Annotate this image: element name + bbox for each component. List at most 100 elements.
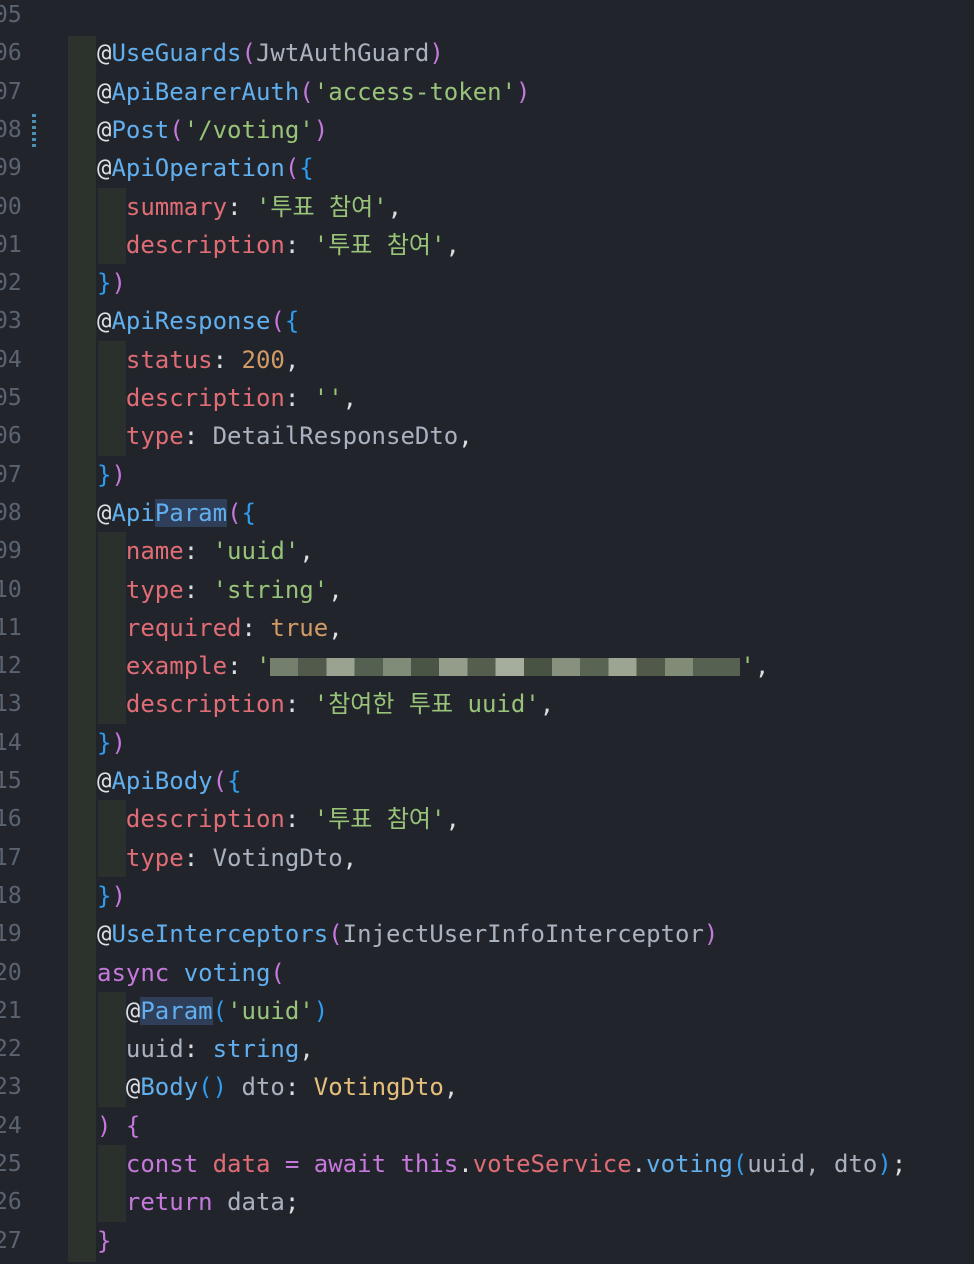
line-number: 09 (0, 155, 22, 182)
code-token: . (458, 1150, 473, 1178)
code-line[interactable]: type: 'string', (97, 571, 343, 609)
code-token: , (458, 422, 473, 451)
code-line[interactable]: @ApiParam({ (97, 494, 256, 532)
code-line[interactable]: @Body() dto: VotingDto, (97, 1068, 458, 1106)
line-number: 16 (0, 806, 22, 833)
code-token: 'access-token' (313, 77, 517, 106)
code-line[interactable]: uuid: string, (97, 1030, 314, 1068)
indent-guide (68, 36, 96, 1262)
code-token: JwtAuthGuard (255, 39, 430, 68)
code-token: Param (154, 498, 228, 527)
code-line[interactable]: } (97, 1222, 111, 1260)
code-token: = (284, 1150, 314, 1178)
code-token: ) (111, 881, 126, 910)
code-token: uuid (97, 1035, 184, 1064)
code-token: : (227, 192, 256, 221)
code-token: { (284, 307, 300, 336)
line-number: 12 (0, 653, 22, 680)
code-token: : (183, 575, 213, 604)
code-line[interactable]: @Param('uuid') (97, 992, 328, 1030)
code-line[interactable]: @UseGuards(JwtAuthGuard) (97, 34, 444, 72)
code-token: type (125, 422, 184, 451)
code-token: ) (516, 77, 531, 106)
code-line[interactable]: summary: '투표 참여', (97, 188, 402, 226)
code-line[interactable]: @ApiBearerAuth('access-token') (97, 73, 531, 111)
code-token: description (125, 690, 285, 719)
code-token: @ (125, 996, 141, 1025)
code-line[interactable]: ) { (97, 1107, 140, 1145)
code-token: data (212, 1150, 271, 1178)
code-token: ApiBody (111, 767, 213, 795)
code-token: type (125, 575, 184, 604)
code-token: ( (270, 958, 285, 987)
code-token: } (97, 728, 112, 757)
code-line[interactable]: @UseInterceptors(InjectUserInfoIntercept… (97, 915, 718, 953)
code-token: , (342, 843, 358, 872)
code-token: voteService (472, 1150, 632, 1178)
code-line[interactable]: }) (97, 877, 126, 915)
code-token: this (400, 1150, 459, 1178)
code-token: @ (97, 920, 112, 949)
code-token: , (328, 575, 343, 604)
code-token: example (125, 652, 228, 681)
code-token: : (284, 805, 314, 834)
code-token: @ (97, 115, 112, 144)
code-line[interactable]: type: VotingDto, (97, 839, 357, 877)
code-token: { (299, 154, 314, 183)
code-token: , (445, 805, 460, 834)
code-line[interactable]: }) (97, 724, 126, 762)
code-line[interactable]: }) (97, 264, 126, 302)
code-line[interactable]: const data = await this.voteService.voti… (97, 1145, 906, 1183)
code-line[interactable]: @ApiBody({ (97, 762, 242, 800)
code-line[interactable]: example: ' ', (97, 647, 769, 685)
code-line[interactable]: @ApiResponse({ (97, 302, 299, 340)
code-line[interactable]: @Post('/voting') (97, 111, 328, 149)
code-token: ; (891, 1150, 907, 1178)
code-line[interactable]: description: '', (97, 379, 357, 417)
code-token: VotingDto (212, 843, 343, 872)
code-token: dto (227, 1073, 285, 1102)
code-token: '/voting' (183, 115, 314, 144)
code-token: ) (111, 269, 126, 298)
code-line[interactable]: }) (97, 456, 126, 494)
code-line[interactable]: return data; (97, 1183, 299, 1221)
code-line[interactable]: @ApiOperation({ (97, 149, 314, 187)
code-line[interactable]: description: '투표 참여', (97, 226, 460, 264)
code-token: @ (97, 767, 112, 795)
code-token: ( (732, 1150, 748, 1178)
code-token: ) (877, 1150, 892, 1178)
code-line[interactable]: type: DetailResponseDto, (97, 417, 473, 455)
code-token: : (183, 537, 213, 566)
code-token: Body (140, 1073, 199, 1102)
code-token: '참여한 투표 uuid' (313, 690, 540, 719)
code-token: , (443, 1073, 459, 1102)
code-token: '투표 참여' (255, 192, 388, 221)
code-line[interactable]: required: true, (97, 609, 343, 647)
code-line[interactable]: async voting( (97, 954, 285, 992)
code-line[interactable]: description: '투표 참여', (97, 800, 460, 838)
code-token: ) (313, 996, 329, 1025)
code-token: description (125, 230, 285, 259)
line-number: 07 (0, 461, 22, 488)
code-line[interactable]: description: '참여한 투표 uuid', (97, 685, 554, 723)
code-line[interactable]: name: 'uuid', (97, 532, 314, 570)
code-token: ApiBearerAuth (111, 77, 300, 106)
line-number: 18 (0, 882, 22, 909)
line-number: 09 (0, 538, 22, 565)
code-token: 'string' (212, 575, 329, 604)
code-token: , (328, 613, 343, 642)
code-token: } (97, 1226, 112, 1255)
code-line[interactable]: status: 200, (97, 341, 299, 379)
line-number-gutter: 05 06 07 08 09 00 01 02 03 04 05 06 07 08 09 10 11 12 13 14… (0, 0, 66, 1264)
code-token: 200 (241, 345, 285, 374)
code-token: : (212, 345, 242, 374)
code-editor[interactable]: 05 06 07 08 09 00 01 02 03 04 05 06 07 08 09 10 11 12 13 14… (0, 0, 974, 1264)
code-token: ( (169, 115, 184, 144)
code-token: , (387, 192, 403, 221)
